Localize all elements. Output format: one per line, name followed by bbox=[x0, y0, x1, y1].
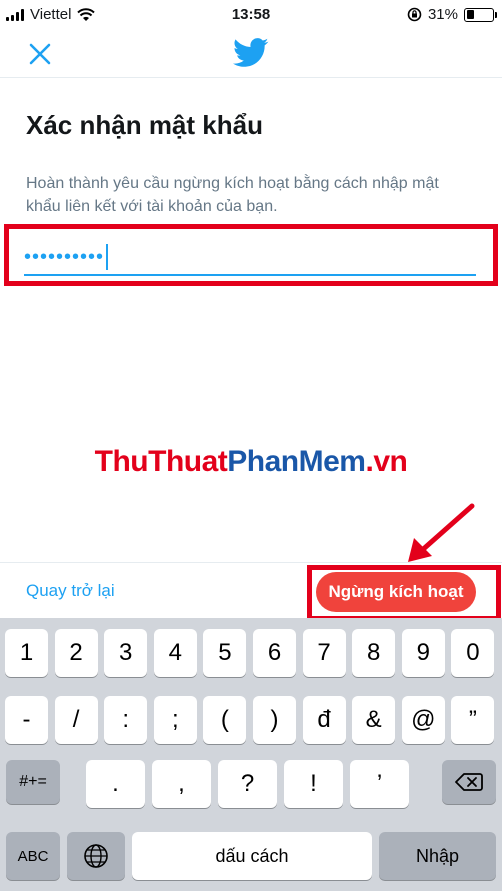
globe-icon bbox=[84, 844, 108, 868]
key-row2-2[interactable]: : bbox=[104, 696, 148, 744]
battery-icon bbox=[464, 7, 497, 22]
close-button[interactable] bbox=[24, 38, 56, 70]
key-row1-9[interactable]: 0 bbox=[451, 629, 495, 677]
key-abc[interactable]: ABC bbox=[6, 832, 60, 880]
watermark-part2: PhanMem bbox=[227, 445, 366, 478]
key-row3-2[interactable]: ? bbox=[218, 760, 277, 808]
key-row2-7[interactable]: & bbox=[352, 696, 396, 744]
password-input[interactable]: •••••••••• bbox=[24, 243, 474, 271]
key-row3-3[interactable]: ! bbox=[284, 760, 343, 808]
key-row3-1[interactable]: , bbox=[152, 760, 211, 808]
rotation-lock-icon bbox=[407, 7, 422, 22]
key-row2-9[interactable]: ” bbox=[451, 696, 495, 744]
watermark-part3: .vn bbox=[365, 445, 408, 478]
watermark: ThuThuatPhanMem.vn bbox=[0, 445, 502, 479]
close-icon bbox=[29, 43, 51, 65]
page-title: Xác nhận mật khẩu bbox=[26, 110, 263, 140]
key-row3-0[interactable]: . bbox=[86, 760, 145, 808]
deactivate-button[interactable]: Ngừng kích hoạt bbox=[316, 572, 476, 612]
text-caret bbox=[106, 244, 109, 270]
backspace-icon bbox=[455, 773, 483, 791]
key-symbols-toggle[interactable]: #+= bbox=[6, 760, 60, 804]
key-row1-3[interactable]: 4 bbox=[153, 629, 197, 677]
key-row2-4[interactable]: ( bbox=[203, 696, 247, 744]
key-return[interactable]: Nhập bbox=[379, 832, 496, 880]
password-value: •••••••••• bbox=[24, 246, 105, 268]
password-underline bbox=[24, 274, 476, 276]
key-row2-5[interactable]: ) bbox=[253, 696, 296, 744]
annotation-arrow-icon bbox=[408, 503, 475, 562]
key-row2-6[interactable]: đ bbox=[302, 696, 346, 744]
keyboard: #+= ABC dấu cách Nhập 1 2 3 4 5 6 7 8 9 0 - /:;() đ &… bbox=[0, 618, 502, 891]
key-globe[interactable] bbox=[67, 832, 125, 880]
key-row1-4[interactable]: 5 bbox=[203, 629, 247, 677]
key-row1-8[interactable]: 9 bbox=[401, 629, 445, 677]
key-row1-1[interactable]: 2 bbox=[54, 629, 98, 677]
battery-percent: 31% bbox=[427, 6, 458, 23]
key-space[interactable]: dấu cách bbox=[132, 832, 372, 880]
key-row1-5[interactable]: 6 bbox=[253, 629, 296, 677]
twitter-bird-icon bbox=[233, 38, 269, 67]
key-row2-1[interactable]: / bbox=[54, 696, 98, 744]
status-bar: Viettel 13:58 31% bbox=[0, 0, 502, 30]
back-link[interactable]: Quay trở lại bbox=[26, 581, 115, 601]
key-row1-7[interactable]: 8 bbox=[352, 629, 396, 677]
watermark-part1: ThuThuat bbox=[94, 445, 228, 478]
key-row1-0[interactable]: 1 bbox=[5, 629, 48, 677]
nav-header bbox=[0, 30, 502, 78]
key-row2-3[interactable]: ; bbox=[153, 696, 197, 744]
key-row1-2[interactable]: 3 bbox=[104, 629, 148, 677]
key-row1-6[interactable]: 7 bbox=[302, 629, 346, 677]
status-right: 31% bbox=[407, 6, 497, 23]
page-description: Hoàn thành yêu cầu ngừng kích hoạt bằng … bbox=[26, 175, 439, 215]
key-backspace[interactable] bbox=[442, 760, 496, 804]
key-row2-0[interactable]: - bbox=[5, 696, 48, 744]
key-row2-8[interactable]: @ bbox=[401, 696, 445, 744]
action-bar: Quay trở lại Ngừng kích hoạt bbox=[0, 562, 502, 621]
key-row3-4[interactable]: ’ bbox=[350, 760, 409, 808]
battery-level bbox=[466, 10, 475, 19]
